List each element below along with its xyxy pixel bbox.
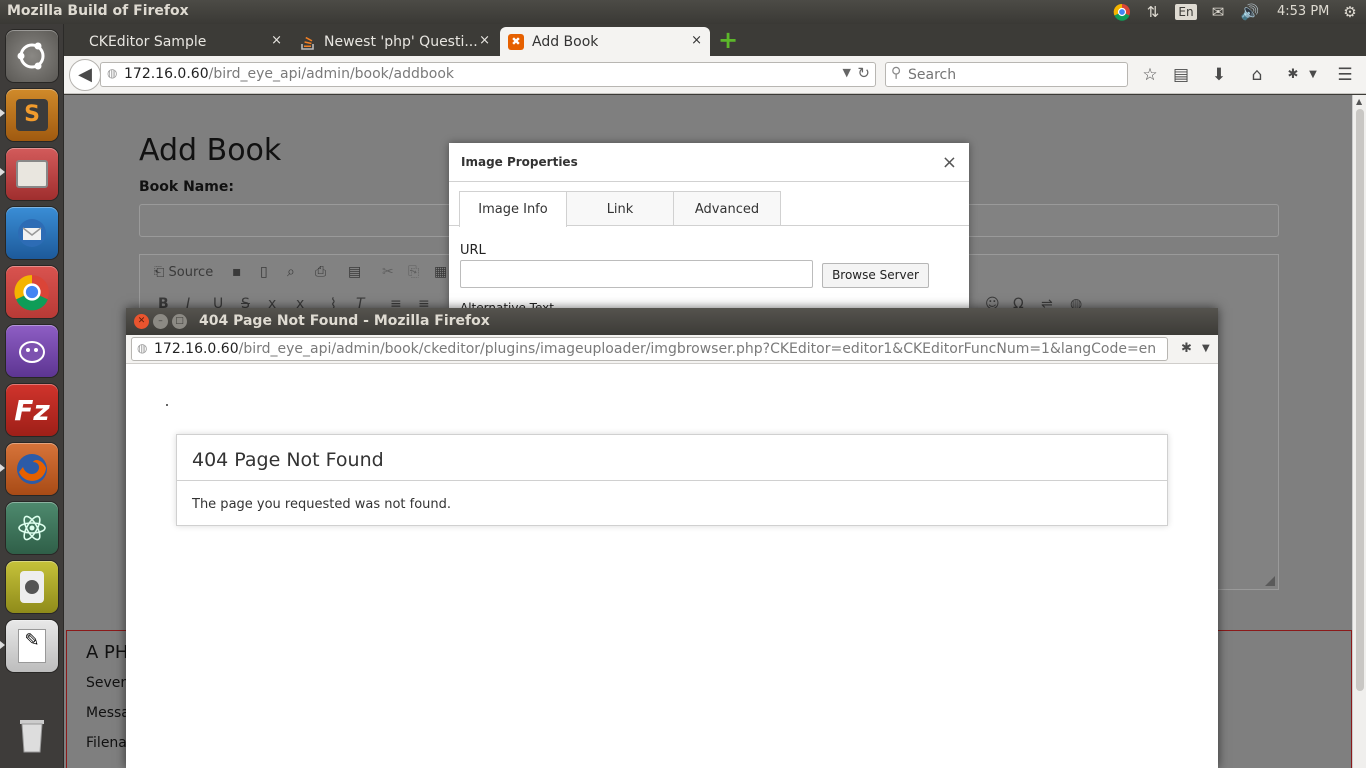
- preview-icon[interactable]: ⌕: [287, 264, 295, 280]
- volume-icon[interactable]: 🔊: [1238, 0, 1262, 24]
- file-manager-icon[interactable]: [6, 148, 58, 200]
- tab-link[interactable]: Link: [566, 191, 674, 226]
- network-icon[interactable]: ⇅: [1142, 0, 1164, 24]
- keyboard-indicator[interactable]: En: [1175, 0, 1197, 24]
- popup-url-bar[interactable]: ◍ 172.16.0.60/bird_eye_api/admin/book/ck…: [131, 337, 1168, 361]
- php-error-title: A PH: [86, 642, 129, 663]
- trash-icon[interactable]: [6, 708, 58, 760]
- tab-image-info[interactable]: Image Info: [459, 191, 567, 227]
- history-dropdown-icon[interactable]: ▼: [843, 66, 851, 79]
- popup-navbar: ◍ 172.16.0.60/bird_eye_api/admin/book/ck…: [126, 335, 1218, 364]
- popup-title: 404 Page Not Found - Mozilla Firefox: [199, 313, 490, 329]
- page-heading: Add Book: [139, 133, 282, 168]
- pidgin-icon[interactable]: [6, 325, 58, 377]
- php-error-line: Messa: [86, 705, 130, 721]
- reading-list-icon[interactable]: ▤: [1170, 64, 1192, 86]
- popup-url-path: /bird_eye_api/admin/book/ckeditor/plugin…: [238, 341, 1157, 357]
- cut-icon[interactable]: ✂: [382, 264, 394, 280]
- paste-icon[interactable]: ▦: [434, 264, 447, 280]
- php-error-line: Filena: [86, 735, 127, 751]
- firefox-launcher-icon[interactable]: [6, 443, 58, 495]
- sublime-text-icon[interactable]: S: [6, 89, 58, 141]
- reload-icon[interactable]: ↻: [857, 64, 870, 82]
- close-icon[interactable]: ×: [942, 152, 957, 173]
- active-app-title: Mozilla Build of Firefox: [7, 3, 189, 19]
- url-path: /bird_eye_api/admin/book/addbook: [208, 66, 454, 82]
- scrollbar-thumb[interactable]: [1356, 109, 1364, 691]
- tab-bar: CKEditor Sample × Newest 'php' Questi...…: [64, 24, 1366, 56]
- source-button[interactable]: ⎗ Source: [154, 265, 213, 280]
- new-tab-button[interactable]: +: [718, 26, 738, 54]
- url-label: URL: [460, 243, 486, 258]
- globe-icon: ◍: [107, 66, 118, 80]
- stackoverflow-icon: [300, 34, 316, 50]
- php-error-line: Severi: [86, 675, 131, 691]
- close-icon[interactable]: ×: [271, 33, 282, 48]
- dash-home-icon[interactable]: [6, 30, 58, 82]
- minimize-window-button[interactable]: –: [153, 314, 168, 329]
- close-icon[interactable]: ×: [479, 33, 490, 48]
- desktop: Mozilla Build of Firefox ⇅ En ✉ 🔊 4:53 P…: [0, 0, 1366, 768]
- error-box: 404 Page Not Found The page you requeste…: [176, 434, 1168, 526]
- thunderbird-icon[interactable]: [6, 207, 58, 259]
- maximize-window-button[interactable]: □: [172, 314, 187, 329]
- addon-dropdown-icon[interactable]: ▼: [1302, 64, 1324, 86]
- url-host: 172.16.0.60: [124, 66, 209, 82]
- popup-url-host: 172.16.0.60: [154, 341, 239, 357]
- filezilla-icon[interactable]: Fz: [6, 384, 58, 436]
- addon-dropdown-icon[interactable]: ▼: [1202, 343, 1210, 354]
- templates-icon[interactable]: ▤: [348, 264, 361, 280]
- search-bar[interactable]: ⚲: [885, 62, 1128, 87]
- mail-icon[interactable]: ✉: [1206, 0, 1230, 24]
- chrome-tray-icon[interactable]: [1110, 0, 1134, 24]
- top-panel: Mozilla Build of Firefox ⇅ En ✉ 🔊 4:53 P…: [0, 0, 1366, 24]
- print-icon[interactable]: ⎙: [315, 264, 326, 280]
- launcher: S Fz ✎: [0, 24, 64, 768]
- menu-icon[interactable]: ☰: [1334, 64, 1356, 86]
- search-input[interactable]: [908, 65, 1118, 84]
- tab-advanced[interactable]: Advanced: [673, 191, 781, 226]
- dot-artifact: [166, 404, 168, 406]
- popup-window: ✕ – □ 404 Page Not Found - Mozilla Firef…: [126, 308, 1218, 768]
- addon-icon[interactable]: ✱: [1282, 64, 1304, 86]
- navigation-toolbar: ◀ ◍ 172.16.0.60/bird_eye_api/admin/book/…: [64, 56, 1366, 94]
- image-url-input[interactable]: [460, 260, 813, 288]
- error-message: The page you requested was not found.: [192, 497, 452, 512]
- browse-server-button[interactable]: Browse Server: [822, 263, 929, 288]
- search-icon: ⚲: [891, 65, 902, 81]
- error-heading: 404 Page Not Found: [192, 449, 384, 471]
- back-button[interactable]: ◀: [69, 59, 101, 91]
- url-bar[interactable]: ◍ 172.16.0.60/bird_eye_api/admin/book/ad…: [100, 62, 876, 87]
- save-icon[interactable]: ▪: [232, 264, 242, 280]
- image-properties-dialog: Image Properties × Image Info Link Advan…: [449, 143, 969, 308]
- tab-newest-php-questions[interactable]: Newest 'php' Questi... ×: [292, 27, 498, 56]
- globe-icon: ◍: [137, 341, 148, 355]
- page-scrollbar[interactable]: ▲: [1352, 95, 1366, 768]
- tab-add-book[interactable]: ✖ Add Book ×: [500, 27, 710, 56]
- downloads-icon[interactable]: ⬇: [1208, 64, 1230, 86]
- addon-icon[interactable]: ✱: [1181, 341, 1192, 356]
- close-window-button[interactable]: ✕: [134, 314, 149, 329]
- xampp-icon: ✖: [508, 33, 524, 50]
- text-editor-icon[interactable]: ✎: [6, 620, 58, 672]
- tab-ckeditor-sample[interactable]: CKEditor Sample ×: [66, 27, 290, 56]
- close-icon[interactable]: ×: [691, 33, 702, 48]
- chrome-launcher-icon[interactable]: [6, 266, 58, 318]
- book-name-label: Book Name:: [139, 179, 234, 195]
- clock[interactable]: 4:53 PM: [1277, 4, 1329, 19]
- popup-titlebar[interactable]: ✕ – □ 404 Page Not Found - Mozilla Firef…: [126, 308, 1218, 335]
- music-player-icon[interactable]: [6, 561, 58, 613]
- dialog-title: Image Properties: [461, 155, 578, 169]
- copy-icon[interactable]: ⎘: [408, 264, 419, 280]
- new-page-icon[interactable]: ▯: [260, 264, 268, 280]
- settings-gear-icon[interactable]: ⚙: [1338, 0, 1362, 24]
- atom-icon[interactable]: [6, 502, 58, 554]
- home-icon[interactable]: ⌂: [1246, 64, 1268, 86]
- resize-handle-icon[interactable]: [1265, 576, 1275, 586]
- bookmark-star-icon[interactable]: ☆: [1139, 64, 1161, 86]
